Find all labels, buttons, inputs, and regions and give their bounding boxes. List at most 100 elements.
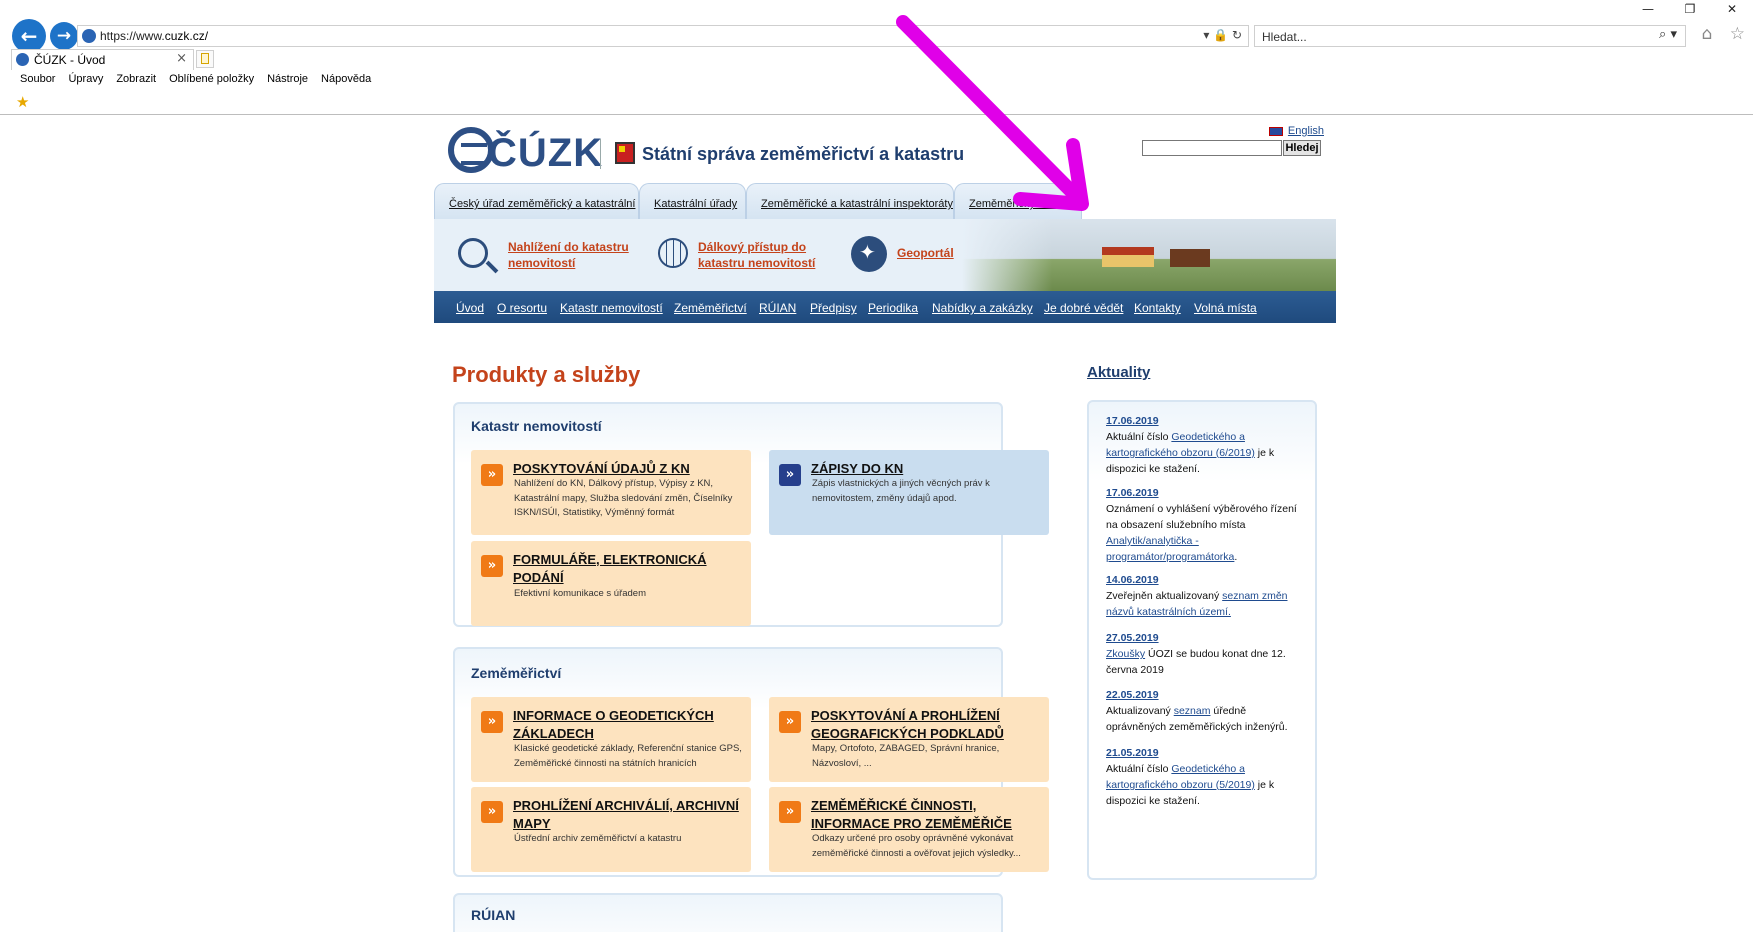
nav-o-resortu[interactable]: O resortu bbox=[497, 301, 547, 315]
news-item: 22.05.2019 Aktualizovaný seznam úředně op… bbox=[1106, 687, 1306, 735]
address-url[interactable]: https://www.cuzk.cz/ bbox=[100, 29, 208, 43]
news-link[interactable]: Zkoušky bbox=[1106, 648, 1145, 660]
menu-upravy[interactable]: Úpravy bbox=[68, 73, 103, 85]
arrow-icon: » bbox=[779, 464, 801, 486]
card-geodeticke-zaklady[interactable]: » Informace o geodetických základech Kla… bbox=[471, 697, 751, 782]
forward-button[interactable]: → bbox=[50, 22, 78, 50]
browser-search-icon[interactable]: ⌕ ▾ bbox=[1659, 27, 1677, 42]
card-zapisy-do-kn[interactable]: » Zápisy do KN Zápis vlastnických a jiný… bbox=[769, 450, 1049, 535]
card-formulare[interactable]: » Formuláře, elektronická podání Efektiv… bbox=[471, 541, 751, 626]
site-favicon-icon bbox=[82, 29, 96, 43]
news-text: Oznámení o vyhlášení výběrového řízení n… bbox=[1106, 503, 1297, 531]
news-date[interactable]: 14.06.2019 bbox=[1106, 572, 1306, 588]
org-tab-label: Katastrální úřady bbox=[654, 198, 738, 210]
tab-close-icon[interactable]: × bbox=[176, 51, 187, 66]
nav-predpisy[interactable]: Předpisy bbox=[810, 301, 857, 315]
news-text: Aktuální číslo bbox=[1106, 763, 1172, 775]
news-box: 17.06.2019 Aktuální číslo Geodetického a … bbox=[1087, 400, 1317, 880]
card-poskytovani-udaju[interactable]: » Poskytování údajů z KN Nahlížení do KN… bbox=[471, 450, 751, 535]
news-date[interactable]: 17.06.2019 bbox=[1106, 413, 1306, 429]
nav-je-dobre-vedet[interactable]: Je dobré vědět bbox=[1044, 301, 1123, 315]
card-title[interactable]: Poskytování a prohlížení geografických p… bbox=[811, 707, 1041, 743]
news-link[interactable]: Analytik/analytička - programátor/progra… bbox=[1106, 535, 1234, 563]
section-title: RÚIAN bbox=[471, 907, 516, 923]
news-item: 17.06.2019 Aktuální číslo Geodetického a … bbox=[1106, 413, 1306, 477]
menu-zobrazit[interactable]: Zobrazit bbox=[116, 73, 156, 85]
nav-kontakty[interactable]: Kontakty bbox=[1134, 301, 1181, 315]
address-tools-icons[interactable]: ▾ 🔒 ↻ bbox=[1203, 28, 1242, 42]
news-text: Aktualizovaný bbox=[1106, 705, 1174, 717]
forward-arrow-icon: → bbox=[56, 26, 72, 46]
home-favorites-icons[interactable]: ⌂ ☆ bbox=[1702, 24, 1751, 44]
menu-napoveda[interactable]: Nápověda bbox=[321, 73, 371, 85]
card-title[interactable]: Poskytování údajů z KN bbox=[513, 460, 743, 478]
arrow-icon: » bbox=[481, 801, 503, 823]
back-arrow-icon: ← bbox=[20, 24, 38, 48]
card-desc: Nahlížení do KN, Dálkový přístup, Výpisy… bbox=[514, 478, 733, 518]
web-page: ČÚZK Státní správa zeměměřictví a katast… bbox=[434, 117, 1336, 932]
nav-nabidky[interactable]: Nabídky a zakázky bbox=[932, 301, 1033, 315]
news-date[interactable]: 17.06.2019 bbox=[1106, 485, 1306, 501]
site-search-button[interactable]: Hledej bbox=[1283, 140, 1321, 156]
card-title[interactable]: Zápisy do KN bbox=[811, 460, 1041, 478]
card-title[interactable]: Formuláře, elektronická podání bbox=[513, 551, 743, 587]
news-date[interactable]: 22.05.2019 bbox=[1106, 687, 1306, 703]
section-zememerictvi: Zeměměřictví » Informace o geodetických … bbox=[453, 647, 1049, 877]
org-tab-inspektoraty[interactable]: Zeměměřické a katastrální inspektoráty bbox=[746, 183, 954, 219]
org-tab-zememericky-urad[interactable]: Zeměměřický úřad bbox=[954, 183, 1082, 219]
uk-flag-icon bbox=[1268, 126, 1283, 136]
news-text: Zveřejněn aktualizovaný bbox=[1106, 590, 1223, 602]
menu-bar: Soubor Úpravy Zobrazit Oblíbené položky Nást… bbox=[20, 73, 384, 85]
card-title[interactable]: Zeměměřické činnosti, informace pro země… bbox=[811, 797, 1041, 833]
news-link[interactable]: seznam bbox=[1174, 705, 1211, 717]
tab-title: ČÚZK - Úvod bbox=[34, 53, 106, 67]
nav-katastr[interactable]: Katastr nemovitostí bbox=[560, 301, 663, 315]
card-title[interactable]: Informace o geodetických základech bbox=[513, 707, 743, 743]
globe-network-icon bbox=[658, 238, 688, 268]
browser-tab[interactable]: ČÚZK - Úvod × bbox=[11, 49, 194, 70]
news-item: 27.05.2019 Zkoušky ÚOZI se budou konat dn… bbox=[1106, 630, 1306, 678]
news-date[interactable]: 27.05.2019 bbox=[1106, 630, 1306, 646]
card-archivalie[interactable]: » Prohlížení archiválií, archivní mapy Ú… bbox=[471, 787, 751, 872]
nav-zememerictvi[interactable]: Zeměměřictví bbox=[674, 301, 747, 315]
restore-icon[interactable]: ❐ bbox=[1669, 2, 1711, 16]
browser-chrome: ← → https://www.cuzk.cz/ ▾ 🔒 ↻ Hledat...… bbox=[0, 0, 1753, 115]
card-title[interactable]: Prohlížení archiválií, archivní mapy bbox=[513, 797, 743, 833]
menu-oblibene[interactable]: Oblíbené položky bbox=[169, 73, 254, 85]
menu-nastroje[interactable]: Nástroje bbox=[267, 73, 308, 85]
org-tab-label: Zeměměřické a katastrální inspektoráty bbox=[761, 198, 953, 210]
news-item: 21.05.2019 Aktuální číslo Geodetického a … bbox=[1106, 745, 1306, 809]
card-desc: Zápis vlastnických a jiných věcných práv… bbox=[812, 478, 990, 504]
browser-search-field[interactable]: Hledat... ⌕ ▾ bbox=[1254, 25, 1686, 47]
card-desc: Efektivní komunikace s úřadem bbox=[514, 588, 647, 599]
compass-icon bbox=[851, 236, 887, 272]
card-zememericke-cinnosti[interactable]: » Zeměměřické činnosti, informace pro ze… bbox=[769, 787, 1049, 872]
news-text: Aktuální číslo bbox=[1106, 431, 1172, 443]
card-desc: Odkazy určené pro osoby oprávněné vykoná… bbox=[812, 833, 1021, 859]
url-prefix: https://www. bbox=[100, 29, 165, 43]
nav-ruian[interactable]: RÚIAN bbox=[759, 301, 796, 315]
favorites-star-icon[interactable]: ★ bbox=[16, 93, 29, 111]
back-button[interactable]: ← bbox=[12, 19, 46, 53]
magnifier-icon bbox=[458, 238, 488, 268]
nav-uvod[interactable]: Úvod bbox=[456, 301, 484, 315]
new-tab-button[interactable] bbox=[196, 50, 214, 68]
minimize-icon[interactable]: — bbox=[1627, 2, 1669, 16]
org-tab-katastralni-urady[interactable]: Katastrální úřady bbox=[639, 183, 746, 219]
address-bar[interactable]: https://www.cuzk.cz/ ▾ 🔒 ↻ bbox=[77, 25, 1249, 47]
news-date[interactable]: 21.05.2019 bbox=[1106, 745, 1306, 761]
menu-soubor[interactable]: Soubor bbox=[20, 73, 55, 85]
org-tab-cuzk[interactable]: Český úřad zeměměřický a katastrální bbox=[434, 183, 639, 219]
close-window-icon[interactable]: ✕ bbox=[1711, 2, 1753, 16]
news-text: . bbox=[1234, 551, 1238, 563]
nav-periodika[interactable]: Periodika bbox=[868, 301, 918, 315]
english-link[interactable]: English bbox=[1288, 125, 1324, 137]
org-tab-label: Zeměměřický úřad bbox=[969, 198, 1061, 210]
news-title[interactable]: Aktuality bbox=[1087, 364, 1150, 381]
nav-volna-mista[interactable]: Volná místa bbox=[1194, 301, 1257, 315]
card-geograficke-podklady[interactable]: » Poskytování a prohlížení geografických… bbox=[769, 697, 1049, 782]
site-search-input[interactable] bbox=[1142, 140, 1282, 156]
card-desc: Klasické geodetické základy, Referenční … bbox=[514, 743, 742, 769]
quick-link-label: Dálkový přístup do katastru nemovitostí bbox=[698, 240, 816, 270]
logo-text: ČÚZK bbox=[488, 131, 604, 175]
